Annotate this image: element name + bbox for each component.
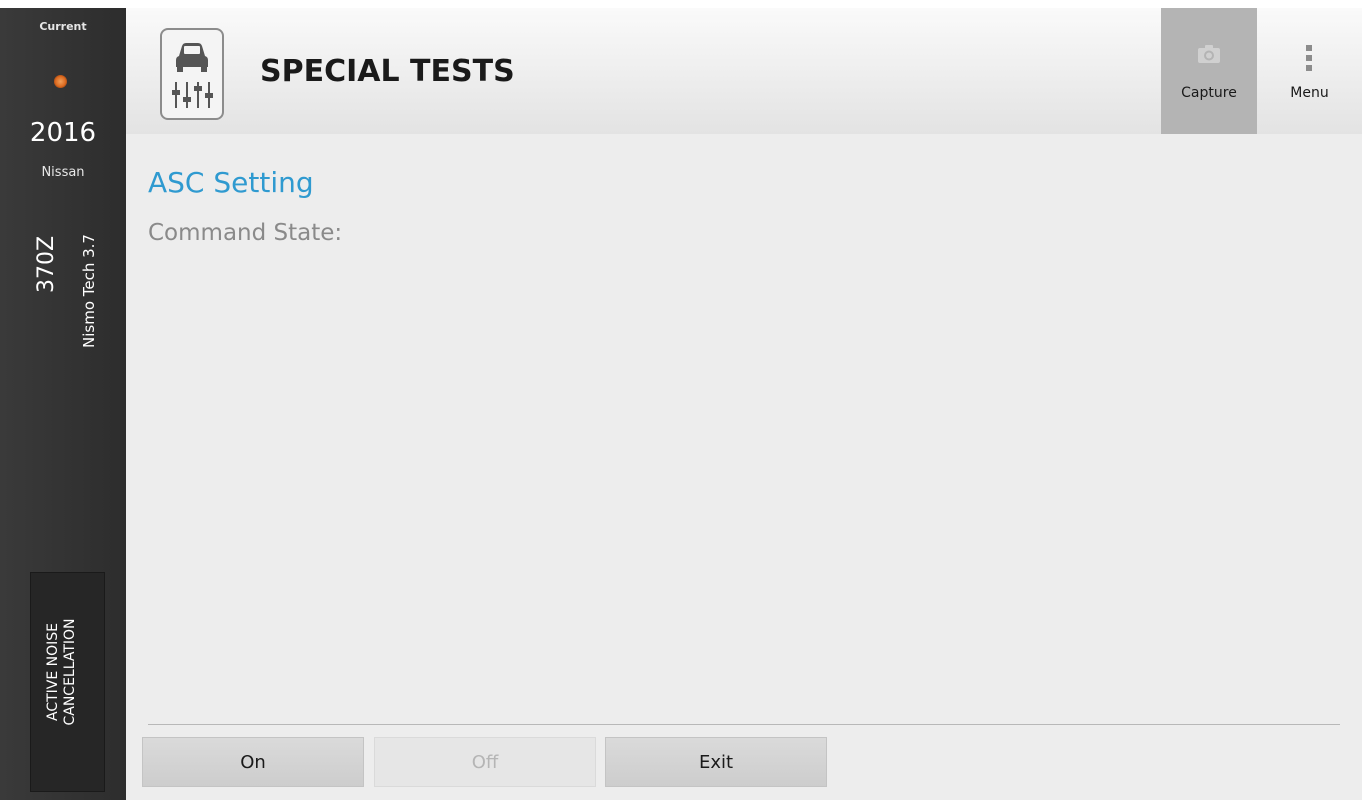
- command-state-label: Command State:: [148, 220, 343, 246]
- menu-label: Menu: [1290, 85, 1329, 101]
- capture-label: Capture: [1181, 85, 1237, 101]
- capture-button[interactable]: Capture: [1161, 8, 1257, 134]
- exit-button[interactable]: Exit: [605, 737, 827, 787]
- off-button[interactable]: Off: [374, 737, 596, 787]
- current-label: Current: [39, 20, 87, 33]
- divider: [148, 724, 1340, 725]
- page-header: SPECIAL TESTS Capture Menu: [126, 8, 1362, 134]
- vertical-dots-icon: [1306, 45, 1312, 71]
- vehicle-model: 370Z: [34, 235, 59, 293]
- app-frame: Current 2016 Nissan 370Z Nismo Tech 3.7 …: [0, 8, 1362, 800]
- connection-status-icon: [54, 75, 67, 88]
- vehicle-trim: Nismo Tech 3.7: [80, 234, 98, 348]
- car-test-sliders-icon: [160, 28, 224, 120]
- vehicle-sidebar: Current 2016 Nissan 370Z Nismo Tech 3.7 …: [0, 8, 126, 800]
- anc-button-label: ACTIVE NOISE CANCELLATION: [45, 618, 78, 726]
- vehicle-year: 2016: [29, 118, 97, 148]
- test-title: ASC Setting: [148, 166, 314, 199]
- page-title: SPECIAL TESTS: [260, 54, 515, 89]
- active-noise-cancellation-button[interactable]: ACTIVE NOISE CANCELLATION: [30, 572, 105, 792]
- on-button[interactable]: On: [142, 737, 364, 787]
- vehicle-make: Nissan: [41, 165, 85, 180]
- camera-icon: [1198, 45, 1220, 63]
- menu-button[interactable]: Menu: [1257, 8, 1362, 134]
